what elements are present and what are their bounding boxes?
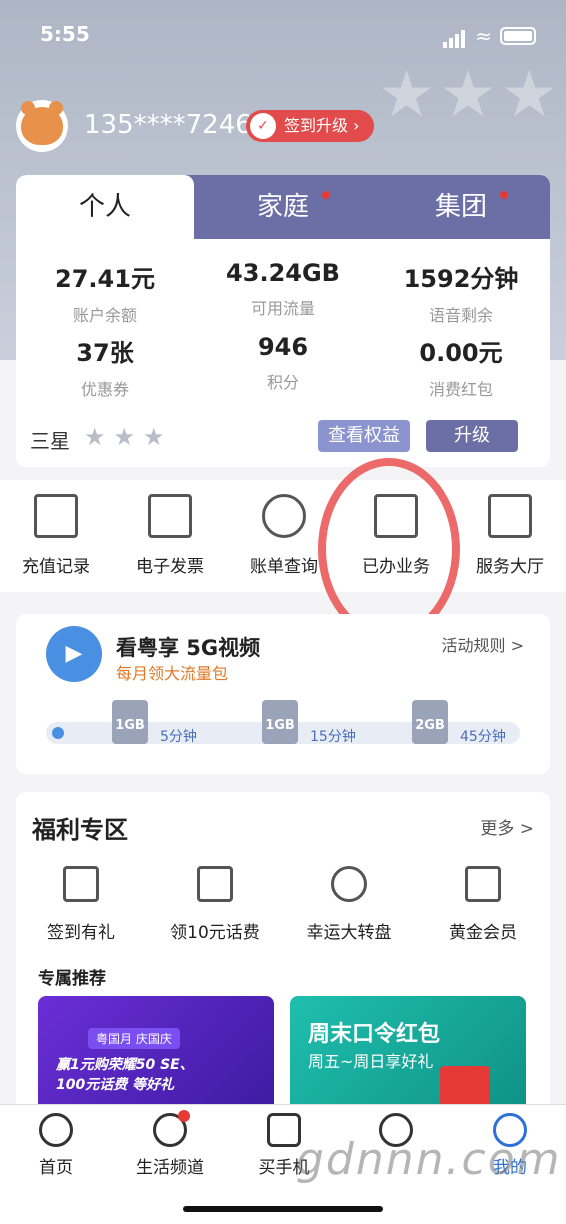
upgrade-button[interactable]: 升级 xyxy=(426,420,518,452)
wheel-icon xyxy=(331,866,367,902)
service-hall-icon xyxy=(488,494,532,538)
shortcut-recharge-record[interactable]: 充值记录 xyxy=(0,494,116,577)
account-card: 个人 家庭 集团 27.41元 账户余额 43.24GB 可用流量 1592分钟 语音… xyxy=(16,175,550,467)
stat-coupons[interactable]: 37张 优惠券 xyxy=(16,333,194,400)
nav-life[interactable]: 生活频道 xyxy=(120,1110,220,1178)
rules-link[interactable]: 活动规则 > xyxy=(442,632,525,656)
bear-icon xyxy=(21,101,63,145)
crown-icon xyxy=(465,866,501,902)
progress-dot xyxy=(52,727,64,739)
stat-data[interactable]: 43.24GB 可用流量 xyxy=(194,259,372,319)
welfare-wheel[interactable]: 幸运大转盘 xyxy=(284,866,414,943)
stat-voice[interactable]: 1592分钟 语音剩余 xyxy=(372,259,550,326)
tab-personal[interactable]: 个人 xyxy=(16,175,194,239)
level-label: 三星 xyxy=(30,429,70,453)
gift-time: 45分钟 xyxy=(460,729,506,745)
recharge-record-icon xyxy=(34,494,78,538)
avatar[interactable] xyxy=(16,100,68,152)
gift-box-icon[interactable]: 2GB xyxy=(412,700,448,744)
status-bar: 5:55 ≈ xyxy=(40,22,536,50)
calendar-icon: ✓ xyxy=(250,113,276,139)
welfare-signin[interactable]: 签到有礼 xyxy=(16,866,146,943)
discount-card-icon xyxy=(197,866,233,902)
welfare-gold[interactable]: 黄金会员 xyxy=(418,866,548,943)
home-icon xyxy=(39,1113,73,1147)
notification-dot xyxy=(322,191,330,199)
more-link[interactable]: 更多 > xyxy=(480,814,534,839)
calendar-check-icon xyxy=(63,866,99,902)
highlight-circle xyxy=(318,458,460,640)
notification-dot xyxy=(500,191,508,199)
home-indicator xyxy=(183,1206,383,1212)
clock: 5:55 xyxy=(40,22,90,46)
promo-card[interactable]: ▶ 看粤享 5G视频 每月领大流量包 活动规则 > 1GB 5分钟 1GB 15… xyxy=(16,614,550,774)
shortcut-row: 充值记录 电子发票 账单查询 已办业务 服务大厅 xyxy=(0,480,566,592)
stat-points[interactable]: 946 积分 xyxy=(194,333,372,393)
stat-redpacket[interactable]: 0.00元 消费红包 xyxy=(372,333,550,400)
wifi-icon: ≈ xyxy=(475,24,492,48)
signup-upgrade-button[interactable]: ✓ 签到升级 › xyxy=(246,110,374,142)
level-stars-icon: ★★★ xyxy=(84,423,173,451)
welfare-credit[interactable]: 领10元话费 xyxy=(150,866,280,943)
invoice-icon xyxy=(148,494,192,538)
battery-icon xyxy=(500,27,536,45)
nav-home[interactable]: 首页 xyxy=(6,1113,106,1178)
gift-box-icon[interactable]: 1GB xyxy=(262,700,298,744)
promo-title: 看粤享 5G视频 xyxy=(116,636,261,660)
shortcut-service-hall[interactable]: 服务大厅 xyxy=(450,494,566,577)
decor-stars-icon: ★★★ xyxy=(377,58,562,132)
promo-subtitle: 每月领大流量包 xyxy=(116,664,229,683)
exclusive-title: 专属推荐 xyxy=(38,969,106,989)
section-title: 福利专区 xyxy=(32,816,128,844)
phone-number: 135****7246 xyxy=(84,110,252,140)
gift-box-icon[interactable]: 1GB xyxy=(112,700,148,744)
stat-balance[interactable]: 27.41元 账户余额 xyxy=(16,259,194,326)
bill-query-icon xyxy=(262,494,306,538)
notification-dot xyxy=(178,1110,190,1122)
red-envelope-icon xyxy=(440,1066,490,1106)
tab-group[interactable]: 集团 xyxy=(372,175,550,239)
signal-icon xyxy=(443,24,467,48)
gift-time: 5分钟 xyxy=(160,729,197,745)
watermark: gdnnn.com xyxy=(296,1134,562,1185)
view-benefits-button[interactable]: 查看权益 xyxy=(318,420,410,452)
video-play-icon: ▶ xyxy=(46,626,102,682)
welfare-section: 福利专区 更多 > 签到有礼 领10元话费 幸运大转盘 黄金会员 专属推荐 粤国… xyxy=(16,792,550,1132)
tab-bar: 个人 家庭 集团 xyxy=(16,175,550,239)
tab-family[interactable]: 家庭 xyxy=(194,175,372,239)
coffee-icon xyxy=(153,1110,190,1147)
gift-time: 15分钟 xyxy=(310,729,356,745)
shortcut-invoice[interactable]: 电子发票 xyxy=(110,494,230,577)
